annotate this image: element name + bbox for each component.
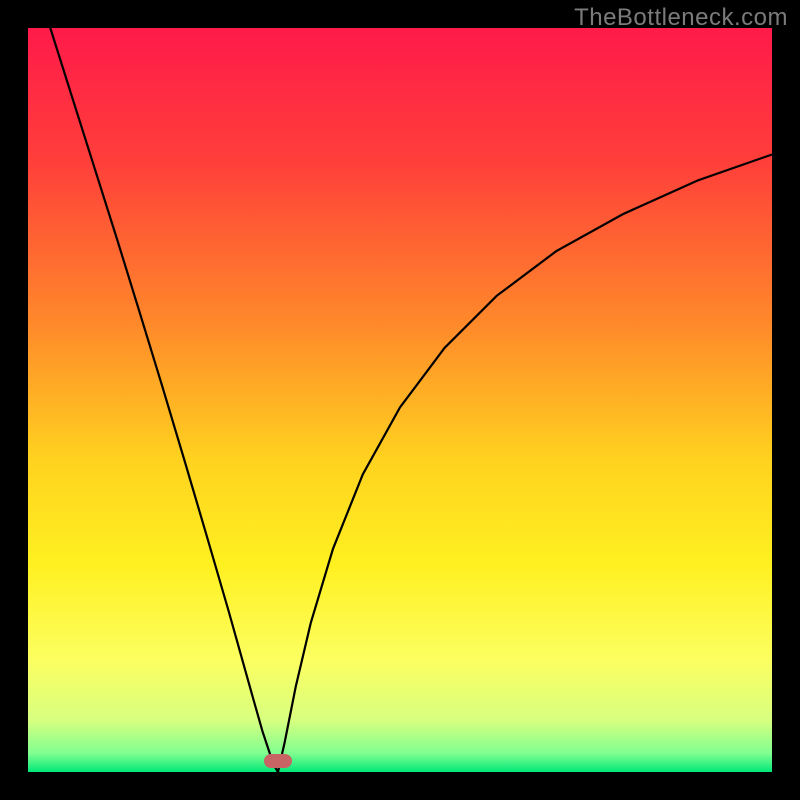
plot-area	[28, 28, 772, 772]
chart-frame: TheBottleneck.com	[0, 0, 800, 800]
curve-path	[28, 0, 772, 772]
watermark-text: TheBottleneck.com	[574, 4, 788, 32]
optimum-marker	[264, 754, 292, 768]
bottleneck-curve	[28, 28, 772, 772]
